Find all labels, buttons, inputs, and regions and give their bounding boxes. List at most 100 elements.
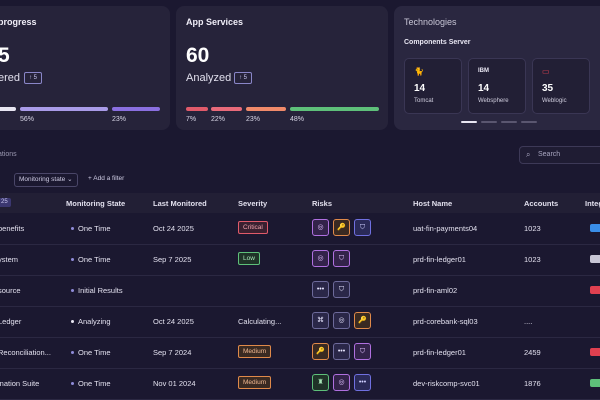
risk-icon[interactable]: ◎ [333,374,350,391]
column-header-severity[interactable]: Severity [238,199,267,208]
carousel-dot[interactable] [501,121,517,123]
carousel-dot-active[interactable] [461,121,477,123]
search-placeholder: Search [538,151,561,158]
filter-chip-monitoring-state[interactable]: Monitoring state ⌄ [14,173,78,187]
state-dot [71,289,74,292]
add-filter-button[interactable]: + Add a filter [88,175,124,182]
component-name: Websphere [478,98,509,104]
component-count: 14 [414,83,426,94]
risk-icon[interactable]: ••• [354,374,371,391]
component-count: 35 [542,83,554,94]
ibm-icon: IBM [478,68,489,74]
column-header-monitoring-state[interactable]: Monitoring State [66,199,125,208]
risk-icon[interactable]: ♜ [312,374,329,391]
risk-icon[interactable]: ⛉ [354,343,371,360]
host-name: prd-fin-ledger01 [413,348,466,357]
progress-bar-pct: 56% [20,116,35,123]
integration-icon[interactable] [590,224,600,232]
table-row[interactable]: source Initial Results ••• ⛉ prd-fin-aml02 [0,275,600,307]
monitoring-state: One Time [78,224,111,233]
last-monitored: Sep 7 2024 [153,348,192,357]
severity-badge: Medium [238,345,272,358]
search-input[interactable]: ⌕ Search [519,146,600,164]
host-name: prd-fin-aml02 [413,286,458,295]
integration-icon[interactable] [590,286,600,294]
table-row[interactable]: ination Suite One Time Nov 01 2024 Medium ♜ ◎… [0,368,600,400]
component-tile-weblogic[interactable]: ▭ 35 Weblogic [532,58,590,114]
section-title: ations [0,151,17,158]
accounts-count: 2459 [524,348,541,357]
application-name[interactable]: ination Suite [0,379,39,388]
app-services-bar-segment [246,107,286,111]
accounts-count: 1023 [524,255,541,264]
table-row[interactable]: benefits One Time Oct 24 2025 Critical ◎ 🔑 ⛉ ua… [0,213,600,245]
risk-icon[interactable]: ◎ [333,312,350,329]
app-services-bar-segment [211,107,242,111]
risk-icon[interactable]: ⛉ [333,250,350,267]
risk-icon[interactable]: ◎ [312,219,329,236]
monitoring-state: Initial Results [78,286,123,295]
application-name[interactable]: ystem [0,255,18,264]
application-name[interactable]: benefits [0,224,24,233]
technologies-title: Technologies [404,17,457,27]
app-services-title: App Services [186,17,244,27]
progress-bar-segment [0,107,16,111]
component-tile-websphere[interactable]: IBM 14 Websphere [468,58,526,114]
table-row[interactable]: Ledger Analyzing Oct 24 2025 Calculating...… [0,306,600,338]
risk-icon[interactable]: ⛉ [354,219,371,236]
app-services-delta-badge: ↑ 5 [234,72,253,84]
integration-icon[interactable] [590,379,600,387]
application-name[interactable]: Reconciliation... [0,348,51,357]
state-dot [71,258,74,261]
risk-icon[interactable]: ⛉ [333,281,350,298]
risk-icon[interactable]: 🔑 [333,219,350,236]
column-header-host-name[interactable]: Host Name [413,199,452,208]
components-server-title: Components Server [404,39,471,46]
column-header-integrations[interactable]: Integ [585,199,600,208]
app-services-bar-segment [290,107,379,111]
column-header-risks[interactable]: Risks [312,199,332,208]
progress-delta-badge: ↑ 5 [24,72,43,84]
severity-badge: Critical [238,221,268,234]
table-row[interactable]: ystem One Time Sep 7 2025 Low ◎ ⛉ prd-fin-ledg… [0,244,600,276]
risk-icon[interactable]: 🔑 [354,312,371,329]
last-monitored: Sep 7 2025 [153,255,192,264]
risk-icon[interactable]: 🔑 [312,343,329,360]
accounts-count: 1876 [524,379,541,388]
app-services-subtitle: Analyzed [186,72,232,84]
risk-icon[interactable]: ◎ [312,250,329,267]
risk-icon[interactable]: ••• [312,281,329,298]
header-count-badge: 25 [0,198,11,207]
integration-icon[interactable] [590,348,600,356]
last-monitored: Oct 24 2025 [153,224,194,233]
severity-badge: Medium [238,376,272,389]
column-header-last-monitored[interactable]: Last Monitored [153,199,207,208]
carousel-dot[interactable] [521,121,537,123]
severity-badge: Low [238,252,260,265]
progress-bar-segment [20,107,108,111]
component-tile-tomcat[interactable]: 🐈 14 Tomcat [404,58,462,114]
accounts-count: .... [524,317,533,326]
integration-icon[interactable] [590,255,600,263]
risk-icon[interactable]: ••• [333,343,350,360]
carousel-dot[interactable] [481,121,497,123]
app-services-bar-pct: 23% [246,116,261,123]
component-name: Weblogic [542,98,567,104]
application-name[interactable]: Ledger [0,317,21,326]
application-name[interactable]: source [0,286,21,295]
progress-bar-segment [112,107,160,111]
risk-icon[interactable]: ⌘ [312,312,329,329]
progress-value: 5 [0,44,10,67]
last-monitored: Nov 01 2024 [153,379,196,388]
table-row[interactable]: Reconciliation... One Time Sep 7 2024 Mediu… [0,337,600,369]
progress-card-title: progress [0,17,37,27]
severity-text: Calculating... [238,317,282,326]
progress-bar-pct: 23% [112,116,127,123]
chevron-down-icon: ⌄ [67,176,73,183]
component-count: 14 [478,83,490,94]
column-header-accounts[interactable]: Accounts [524,199,558,208]
progress-card: progress 5 ered ↑ 5 56% 23% [0,6,170,130]
progress-subtitle: ered [0,72,21,84]
state-dot [71,227,74,230]
host-name: prd-corebank-sql03 [413,317,478,326]
